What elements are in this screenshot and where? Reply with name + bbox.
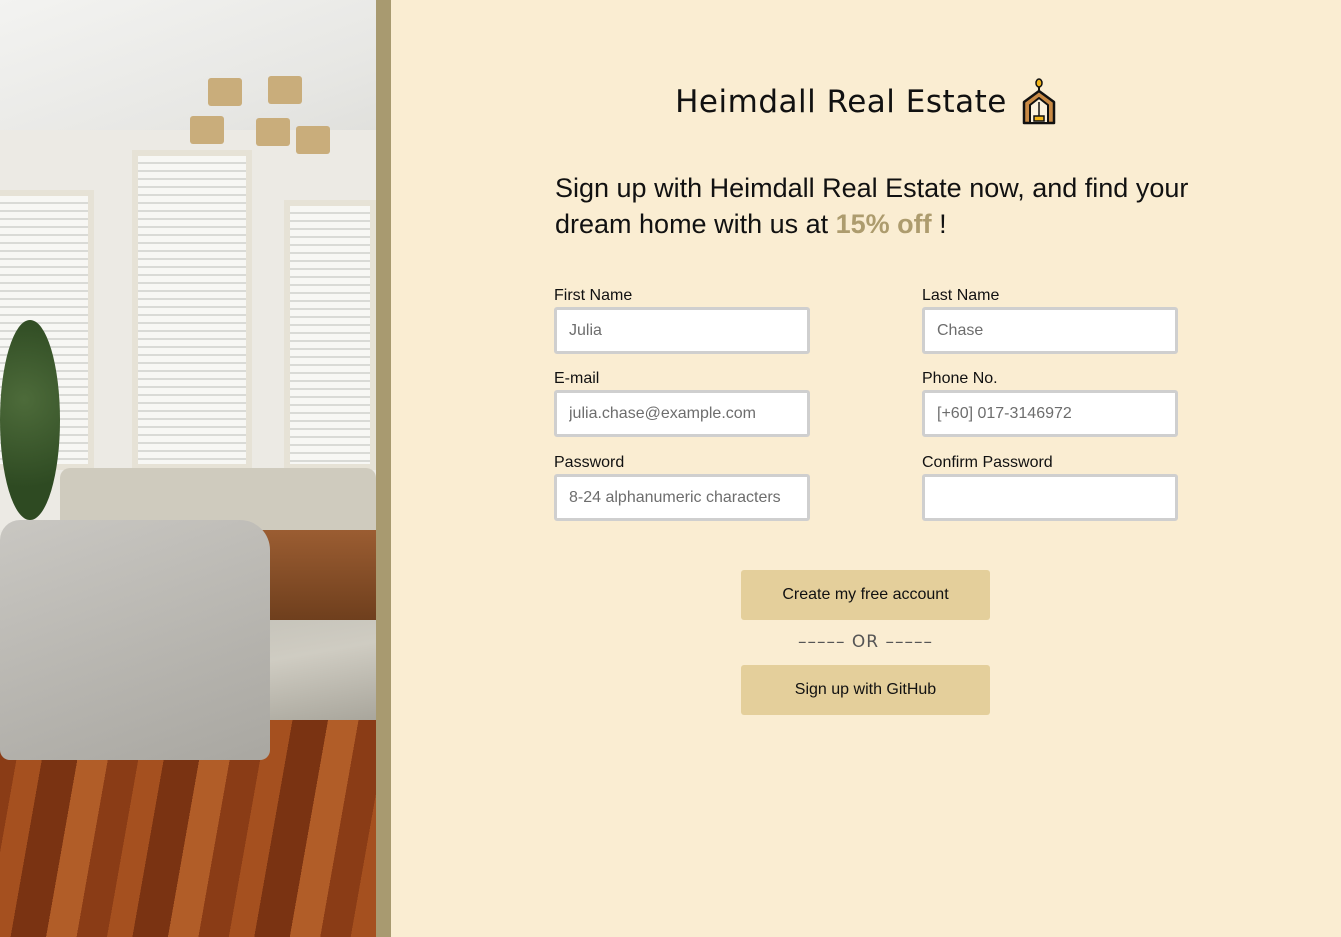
password-group: Password: [554, 454, 810, 521]
house-icon: [1021, 78, 1057, 126]
password-label: Password: [554, 454, 625, 471]
signup-headline: Sign up with Heimdall Real Estate now, a…: [555, 170, 1195, 242]
first-name-group: First Name: [554, 287, 810, 354]
email-label: E-mail: [554, 370, 600, 387]
confirm-password-input[interactable]: [922, 474, 1178, 521]
phone-input[interactable]: [922, 390, 1178, 437]
accent-divider: [376, 0, 391, 937]
confirm-password-group: Confirm Password: [922, 454, 1178, 521]
brand-title: Heimdall Real Estate: [675, 84, 1007, 120]
headline-end: !: [931, 209, 947, 239]
first-name-label: First Name: [554, 287, 633, 304]
password-input[interactable]: [554, 474, 810, 521]
phone-label: Phone No.: [922, 370, 998, 387]
last-name-input[interactable]: [922, 307, 1178, 354]
living-room-photo: [0, 0, 376, 937]
last-name-label: Last Name: [922, 287, 1000, 304]
email-input[interactable]: [554, 390, 810, 437]
last-name-group: Last Name: [922, 287, 1178, 354]
discount-highlight: 15% off: [835, 209, 932, 239]
brand-header: Heimdall Real Estate: [0, 78, 1341, 126]
phone-group: Phone No.: [922, 370, 1178, 437]
first-name-input[interactable]: [554, 307, 810, 354]
github-signup-button[interactable]: Sign up with GitHub: [741, 665, 990, 715]
create-account-button[interactable]: Create my free account: [741, 570, 990, 620]
or-divider: ––––– OR –––––: [797, 632, 933, 652]
confirm-password-label: Confirm Password: [922, 454, 1053, 471]
email-group: E-mail: [554, 370, 810, 437]
